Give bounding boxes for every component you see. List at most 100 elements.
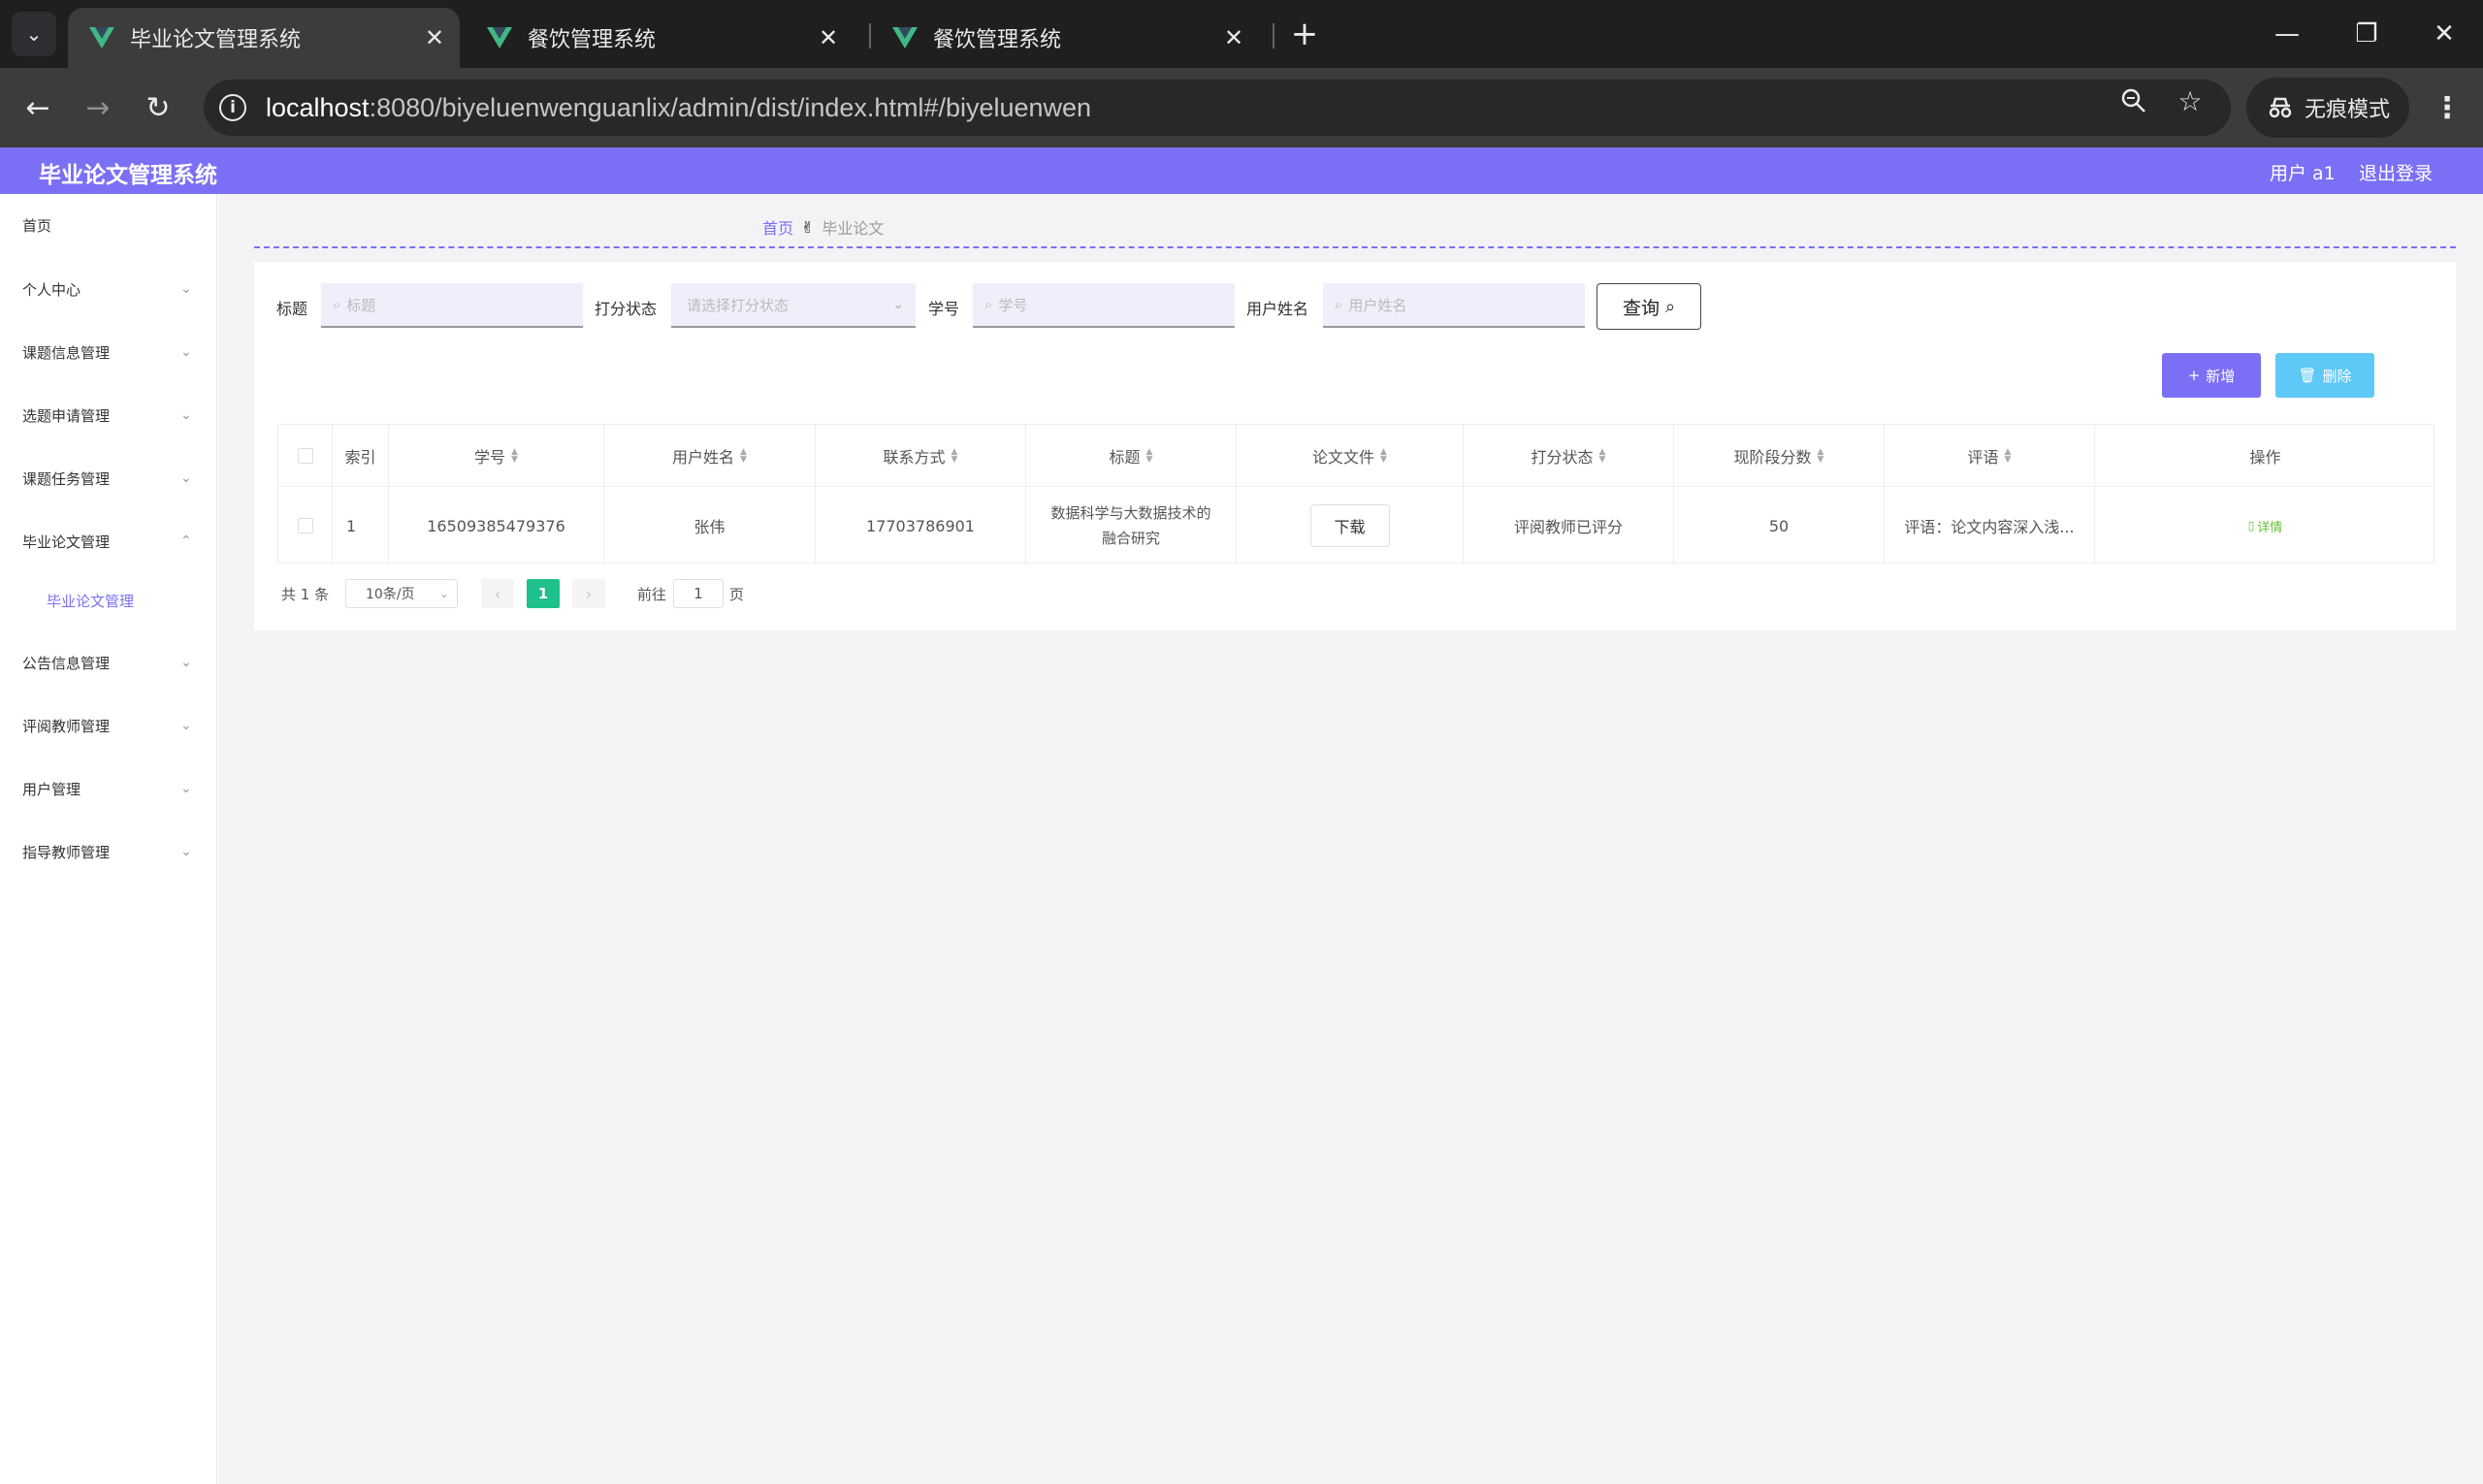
sidebar-subitem-thesis-manage[interactable]: 毕业论文管理: [0, 581, 217, 620]
url-path: :8080/biyeluenwenguanlix/admin/dist/inde…: [369, 92, 1092, 122]
table-cell-student-id: 16509385479376: [389, 487, 604, 565]
app-header: 毕业论文管理系统 用户 a1 退出登录: [0, 147, 2483, 194]
incognito-indicator[interactable]: 无痕模式: [2246, 78, 2409, 138]
chevron-down-icon: ⌄: [180, 718, 192, 733]
logout-link[interactable]: 退出登录: [2359, 159, 2433, 185]
sidebar-item-notice[interactable]: 公告信息管理 ⌄: [0, 643, 217, 682]
column-header-label: 索引: [344, 447, 376, 467]
detail-link[interactable]: ▯ 详情: [2248, 517, 2283, 535]
chevron-down-icon: ⌄: [180, 281, 192, 297]
delete-label: 删除: [2322, 367, 2352, 385]
column-header-status[interactable]: 打分状态 ▲ ▼: [1464, 425, 1674, 487]
column-header-file[interactable]: 论文文件 ▲ ▼: [1237, 425, 1464, 487]
goto-label: 前往: [637, 586, 667, 603]
browser-tab-active[interactable]: 毕业论文管理系统 ✕: [68, 8, 460, 68]
reload-button[interactable]: ↻: [136, 85, 180, 130]
sidebar-item-topic-task[interactable]: 课题任务管理 ⌄: [0, 459, 217, 498]
column-header-phone[interactable]: 联系方式 ▲ ▼: [816, 425, 1026, 487]
sidebar-item-home[interactable]: 首页: [0, 206, 217, 244]
zoom-button[interactable]: [2114, 81, 2153, 120]
add-label: 新增: [2206, 367, 2236, 385]
download-button[interactable]: 下载: [1309, 504, 1390, 547]
student-id-search-input[interactable]: ⌕ 学号: [973, 283, 1235, 328]
window-close-button[interactable]: ✕: [2415, 10, 2473, 58]
sidebar: 首页 个人中心 ⌄ 课题信息管理 ⌄ 选题申请管理 ⌄ 课题任务管理 ⌄ 毕业论文管理 ⌃…: [0, 194, 217, 1484]
breadcrumb: 首页 ✌ 毕业论文: [762, 215, 884, 239]
sidebar-item-label: 选题申请管理: [22, 406, 111, 425]
minimize-button[interactable]: —: [2258, 10, 2316, 58]
tab-title: 餐饮管理系统: [933, 28, 1062, 52]
sort-icon[interactable]: ▲ ▼: [1380, 447, 1387, 464]
chevron-down-icon: ⌄: [180, 407, 192, 423]
trash-icon: 🗑: [2298, 367, 2317, 384]
url-text[interactable]: localhost:8080/biyeluenwenguanlix/admin/…: [266, 93, 1091, 123]
page-size-select[interactable]: 10条/页 ⌄: [345, 579, 458, 608]
browser-tab[interactable]: 餐饮管理系统 ✕: [871, 8, 1259, 68]
breadcrumb-divider: [254, 246, 2456, 248]
column-header-label: 联系方式: [883, 447, 946, 467]
status-select[interactable]: 请选择打分状态 ⌄: [671, 283, 916, 328]
forward-button[interactable]: →: [76, 85, 120, 130]
tab-search-button[interactable]: ⌄: [12, 12, 56, 56]
sidebar-subitem-label: 毕业论文管理: [47, 592, 135, 610]
page-number-current[interactable]: 1: [527, 579, 560, 608]
incognito-icon: [2269, 97, 2292, 118]
column-header-label: 打分状态: [1531, 447, 1594, 467]
back-button[interactable]: ←: [16, 85, 60, 130]
username-search-input[interactable]: ⌕ 用户姓名: [1323, 283, 1585, 328]
title-placeholder: 标题: [346, 296, 376, 314]
sidebar-item-profile[interactable]: 个人中心 ⌄: [0, 270, 217, 308]
row-checkbox[interactable]: [297, 518, 313, 533]
student-id-label: 学号: [928, 300, 960, 318]
url-host: localhost: [266, 92, 370, 122]
delete-button[interactable]: 🗑 删除: [2275, 353, 2374, 398]
user-label: 用户 a1: [2270, 163, 2336, 184]
sort-icon[interactable]: ▲ ▼: [511, 447, 518, 464]
address-bar[interactable]: i localhost:8080/biyeluenwenguanlix/admi…: [204, 80, 2231, 136]
tab-title: 餐饮管理系统: [528, 28, 657, 52]
title-search-input[interactable]: ⌕ 标题: [321, 283, 583, 328]
sort-icon[interactable]: ▲ ▼: [2005, 447, 2012, 464]
sidebar-item-topic-info[interactable]: 课题信息管理 ⌄: [0, 333, 217, 371]
sidebar-item-topic-apply[interactable]: 选题申请管理 ⌄: [0, 396, 217, 435]
column-header-title[interactable]: 标题 ▲ ▼: [1026, 425, 1237, 487]
column-header-username[interactable]: 用户姓名 ▲ ▼: [604, 425, 816, 487]
column-header-actions: 操作: [2095, 425, 2435, 487]
sort-icon[interactable]: ▲ ▼: [1818, 447, 1824, 464]
sidebar-item-label: 用户管理: [22, 780, 81, 798]
add-button[interactable]: + 新增: [2162, 353, 2261, 398]
document-icon: ▯: [2247, 519, 2255, 532]
sort-icon[interactable]: ▲ ▼: [951, 447, 958, 464]
sidebar-item-advisor[interactable]: 指导教师管理 ⌄: [0, 832, 217, 871]
page-suffix-label: 页: [729, 586, 745, 603]
prev-page-button[interactable]: ‹: [481, 579, 514, 608]
sort-icon[interactable]: ▲ ▼: [1599, 447, 1606, 464]
select-all-checkbox[interactable]: [297, 447, 313, 464]
sort-icon[interactable]: ▲ ▼: [740, 447, 747, 464]
sidebar-item-thesis[interactable]: 毕业论文管理 ⌃: [0, 522, 217, 561]
close-icon[interactable]: ✕: [813, 22, 844, 53]
vue-logo-icon: [487, 27, 512, 48]
table-cell-file: 下载: [1237, 487, 1464, 565]
new-tab-button[interactable]: +: [1280, 14, 1329, 54]
magnifier-icon: [2121, 88, 2145, 113]
breadcrumb-home[interactable]: 首页: [762, 215, 793, 239]
column-header-comment[interactable]: 评语 ▲ ▼: [1885, 425, 2095, 487]
incognito-label: 无痕模式: [2305, 98, 2391, 122]
bookmark-button[interactable]: ☆: [2171, 81, 2209, 120]
sidebar-item-users[interactable]: 用户管理 ⌄: [0, 769, 217, 808]
goto-page-input[interactable]: 1: [673, 579, 724, 608]
sidebar-item-reviewer[interactable]: 评阅教师管理 ⌄: [0, 706, 217, 745]
query-button[interactable]: 查询 ⌕: [1596, 283, 1701, 330]
next-page-button[interactable]: ›: [572, 579, 605, 608]
column-header-student-id[interactable]: 学号 ▲ ▼: [389, 425, 604, 487]
sort-icon[interactable]: ▲ ▼: [1146, 447, 1153, 464]
chevron-down-icon: ⌄: [180, 844, 192, 859]
browser-menu-button[interactable]: ⋮: [2425, 85, 2469, 130]
close-icon[interactable]: ✕: [1218, 22, 1249, 53]
site-info-icon[interactable]: i: [219, 94, 246, 121]
column-header-score[interactable]: 现阶段分数 ▲ ▼: [1674, 425, 1885, 487]
close-icon[interactable]: ✕: [419, 22, 450, 53]
restore-button[interactable]: ❐: [2338, 10, 2396, 58]
browser-tab[interactable]: 餐饮管理系统 ✕: [466, 8, 854, 68]
